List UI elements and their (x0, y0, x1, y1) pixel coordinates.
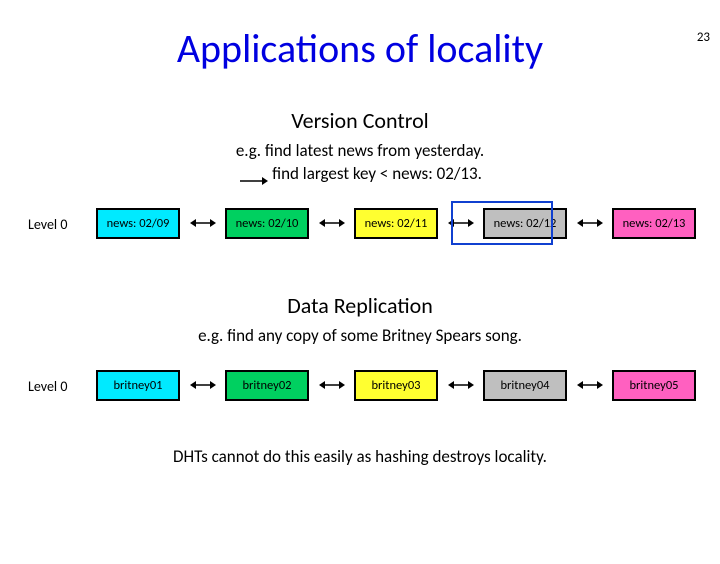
node-news-0211: news: 02/11 (354, 208, 438, 239)
inline-arrow-icon (238, 170, 268, 180)
node-britney03: britney03 (354, 370, 438, 401)
slide-number: 23 (697, 30, 710, 45)
arrow-icon (448, 216, 474, 230)
arrow-icon (190, 216, 216, 230)
row1-level-label: Level 0 (28, 216, 67, 233)
node-news-0210: news: 02/10 (225, 208, 309, 239)
node-britney02: britney02 (225, 370, 309, 401)
slide-title: Applications of locality (0, 24, 720, 73)
arrow-icon (577, 216, 603, 230)
row2: Level 0 britney01 britney02 britney03 br… (0, 370, 720, 410)
section1-subtext: e.g. find latest news from yesterday. fi… (0, 140, 720, 186)
node-britney05: britney05 (612, 370, 696, 401)
node-britney04: britney04 (483, 370, 567, 401)
section2-line1: e.g. find any copy of some Britney Spear… (198, 325, 522, 346)
node-news-0209: news: 02/09 (96, 208, 180, 239)
row1: Level 0 news: 02/09 news: 02/10 news: 02… (0, 208, 720, 248)
section1-line1: e.g. find latest news from yesterday. (236, 140, 484, 161)
arrow-icon (319, 216, 345, 230)
node-britney01: britney01 (96, 370, 180, 401)
section2-heading: Data Replication (0, 292, 720, 319)
row2-level-label: Level 0 (28, 378, 67, 395)
section1-line2: find largest key < news: 02/13. (272, 163, 482, 184)
section2-subtext: e.g. find any copy of some Britney Spear… (0, 325, 720, 348)
arrow-icon (577, 378, 603, 392)
section1-heading: Version Control (0, 107, 720, 134)
arrow-icon (319, 378, 345, 392)
footer-note: DHTs cannot do this easily as hashing de… (0, 446, 720, 467)
node-news-0213: news: 02/13 (612, 208, 696, 239)
row2-boxes: britney01 britney02 britney03 britney04 … (96, 370, 696, 401)
arrow-icon (190, 378, 216, 392)
node-news-0212: news: 02/12 (483, 208, 567, 239)
row1-boxes: news: 02/09 news: 02/10 news: 02/11 news… (96, 208, 696, 239)
arrow-icon (448, 378, 474, 392)
